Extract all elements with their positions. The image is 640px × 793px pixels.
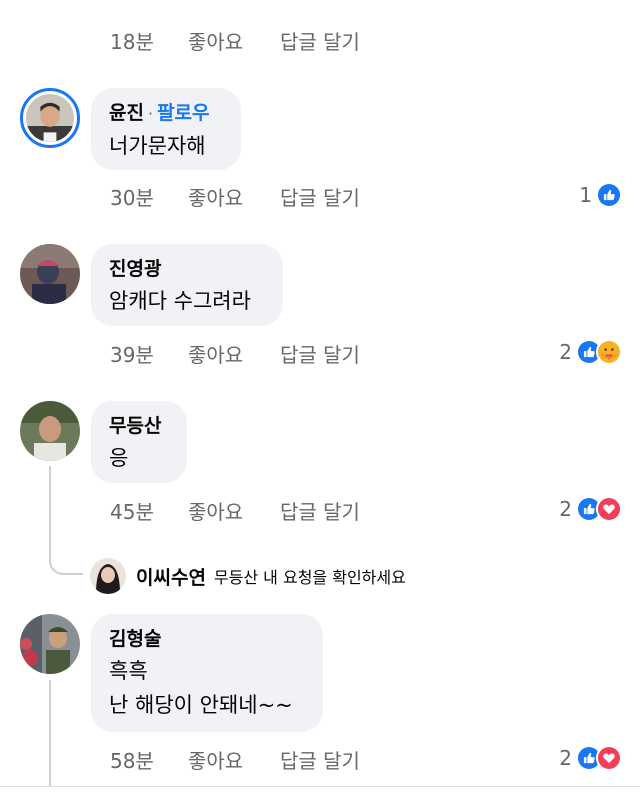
avatar[interactable] [20,401,80,461]
comment-bubble: 무등산 응 [91,401,187,483]
reply-button[interactable]: 답글 달기 [280,339,360,368]
separator-dot: · [147,104,154,123]
comment-time: 58분 [110,748,154,773]
divider [0,786,640,787]
like-button[interactable]: 좋아요 [188,182,280,211]
comment-author[interactable]: 무등산 [109,411,169,441]
comment-author[interactable]: 김형술 [109,624,305,654]
comment-text: 암캐다 수그려라 [109,289,251,313]
comment-time: 18분 [110,29,154,54]
comment-actions: 58분 좋아요 답글 달기 [110,744,360,774]
like-button[interactable]: 좋아요 [188,745,280,774]
reaction-count: 2 [559,746,572,770]
reaction-count: 2 [559,497,572,521]
reaction-count: 1 [579,183,592,207]
reaction-summary[interactable]: 1 [579,180,622,210]
reaction-summary[interactable]: 2 [559,743,622,773]
avatar[interactable] [20,88,80,148]
sticker-image [150,0,270,18]
comment-text: 응 [109,446,129,470]
reaction-summary[interactable]: 2 [559,494,622,524]
avatar[interactable] [20,244,80,304]
reaction-count: 2 [559,340,572,364]
comment-bubble: 진영광 암캐다 수그려라 [91,244,283,326]
avatar [90,558,126,594]
reply-text: 무등산 내 요청을 확인하세요 [213,568,406,587]
comment-text: 너가문자해 [109,134,206,158]
like-button[interactable]: 좋아요 [188,496,280,525]
reply-button[interactable]: 답글 달기 [280,26,360,55]
avatar[interactable] [20,614,80,674]
comment-actions: 30분 좋아요 답글 달기 [110,181,360,211]
comment-time: 39분 [110,342,154,367]
comment-text-line-2: 난 해당이 안돼네~~ [109,693,293,717]
love-icon [596,496,622,522]
comment-actions: 39분 좋아요 답글 달기 [110,338,360,368]
comment-bubble: 김형술 흑흑 난 해당이 안돼네~~ [91,614,323,732]
comment-actions: 45분 좋아요 답글 달기 [110,495,360,525]
comment-actions-top: 18분 좋아요 답글 달기 [110,25,360,55]
love-icon [596,745,622,771]
thread-line [49,466,51,544]
like-icon [596,182,622,208]
reply-button[interactable]: 답글 달기 [280,496,360,525]
care-icon [596,339,622,365]
comment-time: 45분 [110,499,154,524]
reply-author: 이씨수연 [136,566,206,589]
like-button[interactable]: 좋아요 [188,339,280,368]
comment-bubble: 윤진 · 팔로우 너가문자해 [91,88,241,170]
comment-author[interactable]: 진영광 [109,254,265,284]
comment-author[interactable]: 윤진 [109,102,144,124]
thread-line [49,680,51,786]
like-button[interactable]: 좋아요 [188,26,280,55]
reply-summary[interactable]: 이씨수연 무등산 내 요청을 확인하세요 [90,556,406,596]
reply-button[interactable]: 답글 달기 [280,745,360,774]
thread-connector [49,543,83,575]
follow-button[interactable]: 팔로우 [157,102,209,124]
reply-button[interactable]: 답글 달기 [280,182,360,211]
reaction-summary[interactable]: 2 [559,337,622,367]
comment-text-line-1: 흑흑 [109,659,148,683]
comment-time: 30분 [110,185,154,210]
